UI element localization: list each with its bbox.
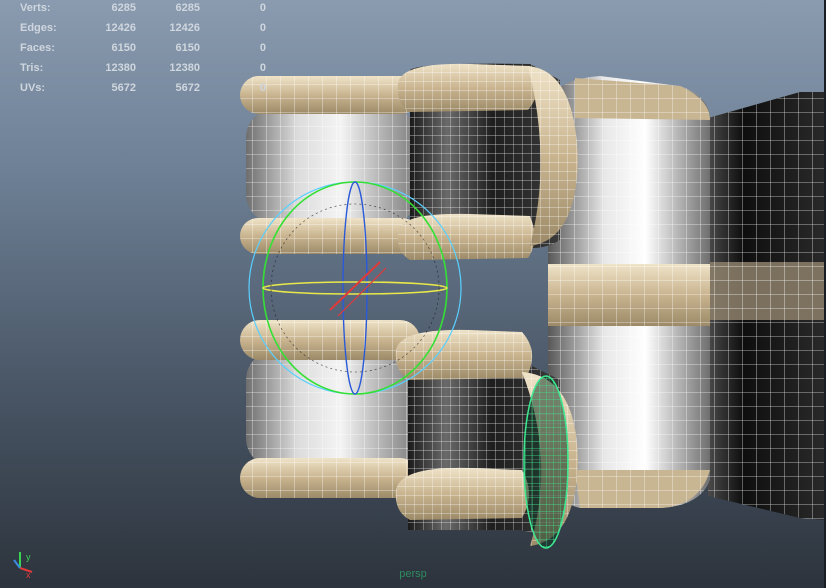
hud-row: Verts: 6285 6285 0 bbox=[0, 2, 280, 20]
hud-v1: 6285 bbox=[111, 2, 136, 14]
hud-v2: 5672 bbox=[175, 82, 200, 94]
hud-v2: 6285 bbox=[175, 2, 200, 14]
selected-arm-wireframe bbox=[523, 375, 569, 549]
hud-label: UVs: bbox=[20, 82, 46, 94]
axis-y-label: y bbox=[26, 552, 31, 562]
hud-v1: 12426 bbox=[105, 22, 136, 34]
camera-label: persp bbox=[399, 568, 427, 580]
hud-v2: 12426 bbox=[169, 22, 200, 34]
hud-row: Edges: 12426 12426 0 bbox=[0, 22, 280, 40]
hud-label: Faces: bbox=[20, 42, 55, 54]
hud-label: Tris: bbox=[20, 62, 44, 74]
hud-v2: 6150 bbox=[175, 42, 200, 54]
hud-v1: 12380 bbox=[105, 62, 136, 74]
hud-v3: 0 bbox=[259, 42, 266, 54]
hud-v3: 0 bbox=[259, 62, 266, 74]
hud-label: Edges: bbox=[20, 22, 57, 34]
hud-v3: 0 bbox=[259, 82, 266, 94]
hud-row: UVs: 5672 5672 0 bbox=[0, 82, 280, 100]
hud-label: Verts: bbox=[20, 2, 51, 14]
hud-row: Tris: 12380 12380 0 bbox=[0, 62, 280, 80]
perspective-viewport[interactable]: Verts: 6285 6285 0 Edges: 12426 12426 0 Faces: 61… bbox=[0, 0, 826, 588]
poly-count-hud: Verts: 6285 6285 0 Edges: 12426 12426 0 Faces: 61… bbox=[0, 0, 280, 100]
upper-left-cushion bbox=[240, 76, 420, 254]
hud-v3: 0 bbox=[259, 2, 266, 14]
hud-v3: 0 bbox=[259, 22, 266, 34]
upper-dark-chair bbox=[397, 63, 578, 260]
hud-v1: 5672 bbox=[111, 82, 136, 94]
right-black-block bbox=[708, 92, 824, 520]
hud-v1: 6150 bbox=[111, 42, 136, 54]
hud-row: Faces: 6150 6150 0 bbox=[0, 42, 280, 60]
hud-v2: 12380 bbox=[169, 62, 200, 74]
